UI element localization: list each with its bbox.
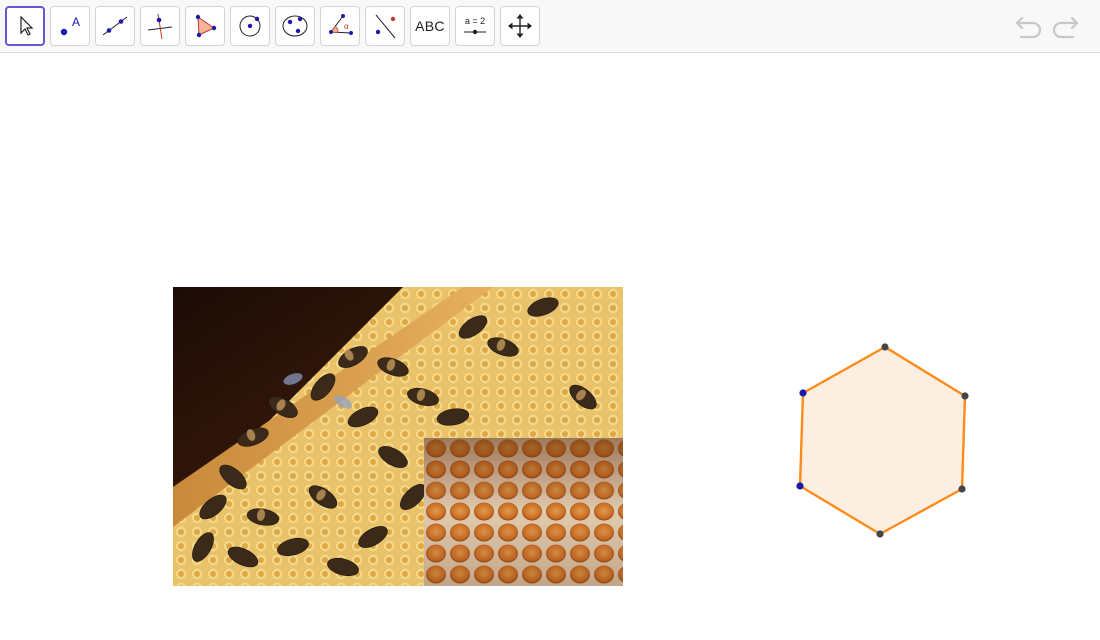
cursor-arrow-icon [20,15,34,36]
honeycomb-closeup-photo[interactable] [424,438,623,586]
line-tool-button[interactable] [95,6,135,46]
point-tool-button[interactable]: A [50,6,90,46]
line-through-points-icon [102,16,128,36]
hexagon-vertex[interactable] [881,343,889,351]
hexagon-polygon[interactable] [780,330,990,550]
move-tool-button[interactable] [5,6,45,46]
redo-button[interactable] [1050,12,1080,40]
circle-tool-button[interactable] [230,6,270,46]
circle-center-point-icon [239,15,261,37]
hexagon-vertex[interactable] [876,530,884,538]
text-tool-button[interactable]: ABC [410,6,450,46]
hexagon-vertex[interactable] [958,485,966,493]
redo-icon [1052,16,1079,39]
ellipse-icon [282,15,308,37]
angle-icon: α [329,14,353,35]
slider-tool-button[interactable]: a = 2 [455,6,495,46]
move-view-tool-button[interactable] [500,6,540,46]
hexagon-free-point[interactable] [799,389,807,397]
text-icon: ABC [415,18,445,34]
point-tool-label: A [72,15,80,29]
conic-tool-button[interactable] [275,6,315,46]
reflect-about-line-icon [375,14,396,39]
point-icon: A [60,15,80,36]
move-graphics-view-icon [508,14,532,38]
undo-icon [1015,16,1042,39]
undo-button[interactable] [1014,12,1044,40]
polygon-tool-button[interactable] [185,6,225,46]
polygon-icon [195,14,217,38]
reflect-tool-button[interactable] [365,6,405,46]
slider-icon: a = 2 [464,16,486,35]
toolbar: A α ABC a = 2 [0,0,1100,53]
hexagon-free-point[interactable] [796,482,804,490]
slider-tool-label: a = 2 [465,16,485,26]
perpendicular-tool-button[interactable] [140,6,180,46]
angle-tool-button[interactable]: α [320,6,360,46]
angle-tool-label: α [344,22,349,31]
perpendicular-line-icon [147,13,173,40]
hexagon-shape[interactable] [798,345,967,536]
hexagon-vertex[interactable] [961,392,969,400]
